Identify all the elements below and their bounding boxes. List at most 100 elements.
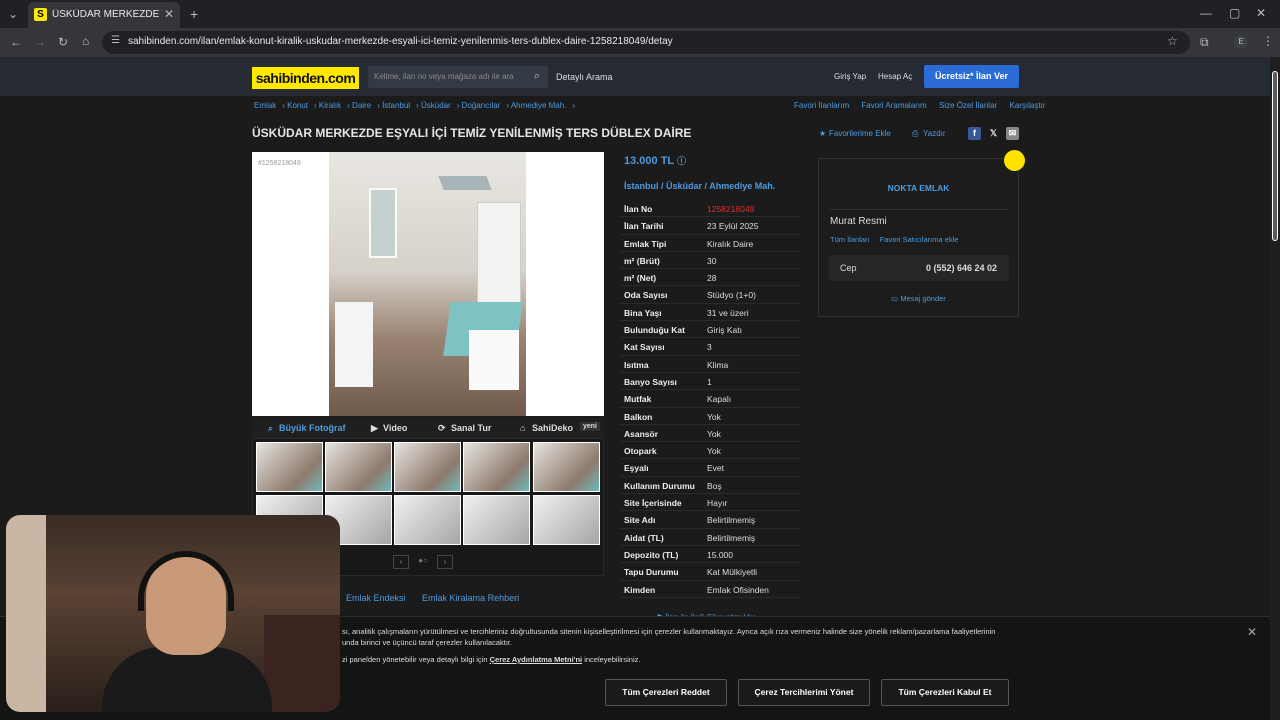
breadcrumb: Emlak › Konut › Kiralık › Daire › İstanbul › …	[254, 101, 576, 110]
location-district[interactable]: Üsküdar	[666, 181, 702, 191]
bookmark-star-icon[interactable]: ☆	[1167, 34, 1178, 48]
detail-row: Depozito (TL) 15.000	[620, 546, 800, 564]
reject-cookies-button[interactable]: Tüm Çerezleri Reddet	[605, 679, 727, 706]
cookie-policy-link[interactable]: Çerez Aydınlatma Metni'ni	[490, 655, 583, 664]
next-page-icon[interactable]: ›	[437, 555, 453, 569]
thumbnail[interactable]	[463, 495, 530, 545]
back-icon[interactable]: ←	[10, 35, 22, 49]
virtual-tour-icon[interactable]: ⟳	[438, 423, 446, 434]
video-button[interactable]: Video	[383, 423, 407, 433]
breadcrumb-item[interactable]: Daire	[352, 101, 371, 110]
photo-viewer[interactable]: #1258218049	[252, 152, 604, 416]
real-estate-index-link[interactable]: Emlak Endeksi	[346, 593, 406, 603]
tab-close-icon[interactable]: ✕	[164, 7, 174, 21]
detail-row: Isıtma Klima	[620, 356, 800, 373]
detail-value: 28	[707, 273, 717, 284]
home-deco-icon[interactable]: ⌂	[520, 423, 525, 433]
thumbnail[interactable]	[256, 442, 323, 492]
phone-number[interactable]: 0 (552) 646 24 02	[926, 263, 997, 273]
facebook-icon[interactable]: f	[968, 127, 981, 140]
location-neighborhood[interactable]: Ahmediye Mah.	[709, 181, 775, 191]
forward-icon[interactable]: →	[34, 35, 46, 49]
manage-cookies-button[interactable]: Çerez Tercihlerimi Yönet	[738, 679, 870, 706]
maximize-icon[interactable]: ▢	[1229, 6, 1240, 20]
breadcrumb-item[interactable]: Üsküdar	[421, 101, 451, 110]
detailed-search-link[interactable]: Detaylı Arama	[556, 72, 613, 82]
detail-label: Depozito (TL)	[624, 549, 679, 560]
thumbnail[interactable]	[533, 442, 600, 492]
x-share-icon[interactable]: 𝕏	[987, 127, 1000, 140]
star-icon[interactable]: ★	[819, 129, 826, 138]
compare-link[interactable]: Karşılaştır	[1009, 101, 1045, 110]
prev-page-icon[interactable]: ‹	[393, 555, 409, 569]
profile-avatar[interactable]: E	[1234, 35, 1248, 49]
breadcrumb-item[interactable]: Kiralık	[319, 101, 341, 110]
scrollbar-thumb[interactable]	[1272, 71, 1278, 241]
sahideko-button[interactable]: SahiDeko	[532, 423, 573, 433]
post-ad-button[interactable]: Ücretsiz* İlan Ver	[924, 65, 1019, 88]
breadcrumb-item[interactable]: Konut	[287, 101, 308, 110]
video-play-icon[interactable]: ▶	[371, 423, 378, 434]
favorite-searches-link[interactable]: Favori Aramalarım	[861, 101, 926, 110]
search-input[interactable]: Kelime, ilan no veya mağaza adı ile ara …	[368, 66, 548, 88]
detail-row: Otopark Yok	[620, 442, 800, 460]
email-share-icon[interactable]: ✉	[1006, 127, 1019, 140]
site-logo[interactable]: sahibinden.com	[252, 67, 359, 89]
detail-row: Site Adı Belirtilmemiş	[620, 511, 800, 529]
tab-search-icon[interactable]: ⌄	[8, 7, 18, 21]
breadcrumb-item[interactable]: Doğancılar	[462, 101, 501, 110]
detail-value: Evet	[707, 463, 725, 474]
breadcrumb-item[interactable]: İstanbul	[382, 101, 410, 110]
reload-icon[interactable]: ↻	[58, 35, 68, 49]
thumbnail[interactable]	[463, 442, 530, 492]
all-listings-link[interactable]: Tüm İlanları	[830, 235, 870, 244]
detail-label: Banyo Sayısı	[624, 376, 677, 387]
menu-icon[interactable]: ⋮	[1262, 34, 1274, 48]
favorite-listings-link[interactable]: Favori İlanlarım	[794, 101, 849, 110]
window-close-icon[interactable]: ✕	[1256, 6, 1266, 20]
big-photo-button[interactable]: Büyük Fotoğraf	[279, 423, 346, 433]
info-icon[interactable]: ⓘ	[677, 156, 686, 166]
add-favorite-link[interactable]: Favorilerime Ekle	[829, 129, 891, 138]
virtual-tour-button[interactable]: Sanal Tur	[451, 423, 491, 433]
detail-row: Tapu Durumu Kat Mülkiyetli	[620, 563, 800, 581]
url-field[interactable]: ☰ sahibinden.com/ilan/emlak-konut-kirali…	[102, 31, 1190, 54]
rental-guide-link[interactable]: Emlak Kiralama Rehberi	[422, 593, 519, 603]
browser-tab[interactable]: S ÜSKÜDAR MERKEZDE EŞYALI İÇ ✕	[28, 2, 180, 28]
thumbnail[interactable]	[533, 495, 600, 545]
print-icon[interactable]: ⎙	[912, 129, 918, 139]
webcam-person-body	[102, 647, 272, 712]
thumbnail[interactable]	[394, 442, 461, 492]
new-tab-icon[interactable]: +	[190, 6, 198, 22]
site-info-icon[interactable]: ☰	[111, 35, 120, 46]
location-city[interactable]: İstanbul	[624, 181, 659, 191]
register-link[interactable]: Hesap Aç	[878, 72, 912, 81]
home-icon[interactable]: ⌂	[82, 34, 89, 48]
seller-links: Tüm İlanları Favori Satıcılarıma ekle	[830, 235, 958, 244]
thumbnail[interactable]	[394, 495, 461, 545]
login-link[interactable]: Giriş Yap	[834, 72, 866, 81]
webcam-bookshelf	[264, 615, 340, 712]
favorite-seller-link[interactable]: Favori Satıcılarıma ekle	[880, 235, 959, 244]
detail-label: Mutfak	[624, 394, 652, 405]
detail-value: 31 ve üzeri	[707, 307, 749, 318]
magnifier-icon[interactable]: ⌕	[268, 423, 273, 434]
detail-label: Bina Yaşı	[624, 307, 662, 318]
breadcrumb-item[interactable]: Emlak	[254, 101, 276, 110]
extensions-icon[interactable]: ⧉	[1200, 35, 1209, 50]
search-icon[interactable]: ⌕	[534, 70, 540, 83]
breadcrumb-item[interactable]: Ahmediye Mah.	[511, 101, 567, 110]
accept-cookies-button[interactable]: Tüm Çerezleri Kabul Et	[881, 679, 1009, 706]
thumbnail[interactable]	[325, 442, 392, 492]
detail-label: m² (Brüt)	[624, 255, 660, 266]
minimize-icon[interactable]: —	[1200, 6, 1212, 20]
detail-value: Yok	[707, 446, 721, 457]
seller-firm[interactable]: NOKTA EMLAK	[819, 183, 1018, 193]
send-message-link[interactable]: ▭ Mesaj gönder	[819, 294, 1018, 303]
main-photo[interactable]	[329, 152, 526, 416]
print-link[interactable]: Yazdır	[923, 129, 946, 138]
special-listings-link[interactable]: Size Özel İlanlar	[939, 101, 997, 110]
cookie-close-icon[interactable]: ✕	[1247, 625, 1257, 639]
page-scrollbar[interactable]	[1270, 57, 1280, 720]
webcam-overlay	[6, 515, 340, 712]
